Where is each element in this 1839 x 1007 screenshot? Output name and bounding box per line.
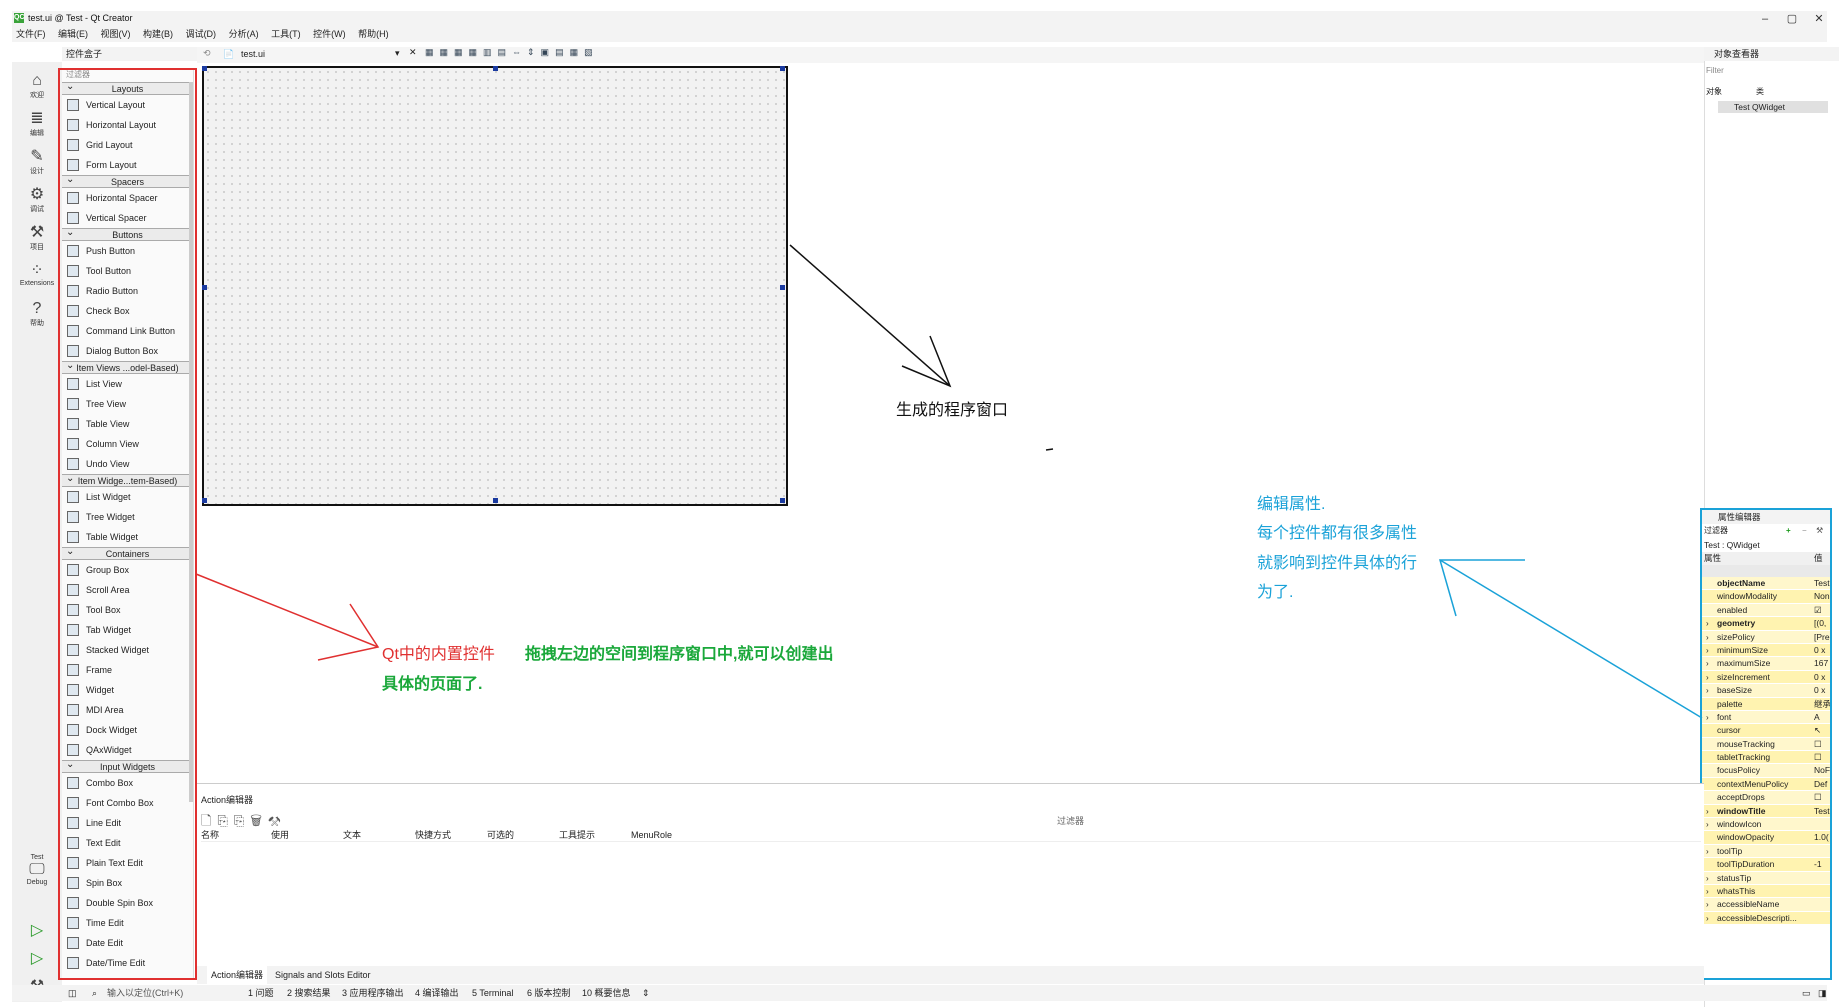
arrow-to-property-editor [1439,559,1703,719]
annotation-props-1: 编辑属性. [1257,496,1326,513]
annotation-arrows [195,244,1703,719]
annotation-props-2: 每个控件都有很多属性 [1257,525,1418,542]
annotation-drag: 拖拽左边的空间到程序窗口中,就可以创建出 [525,646,834,663]
annotation-props-4: 为了. [1257,584,1294,601]
annotation-drag-2: 具体的页面了. [382,676,483,693]
annotation-builtin: Qt中的内置控件 [382,646,495,663]
annotation-window: 生成的程序窗口 [896,402,1009,419]
annotation-props-3: 就影响到控件具体的行 [1257,555,1418,572]
arrow-from-widgetbox [195,573,380,661]
